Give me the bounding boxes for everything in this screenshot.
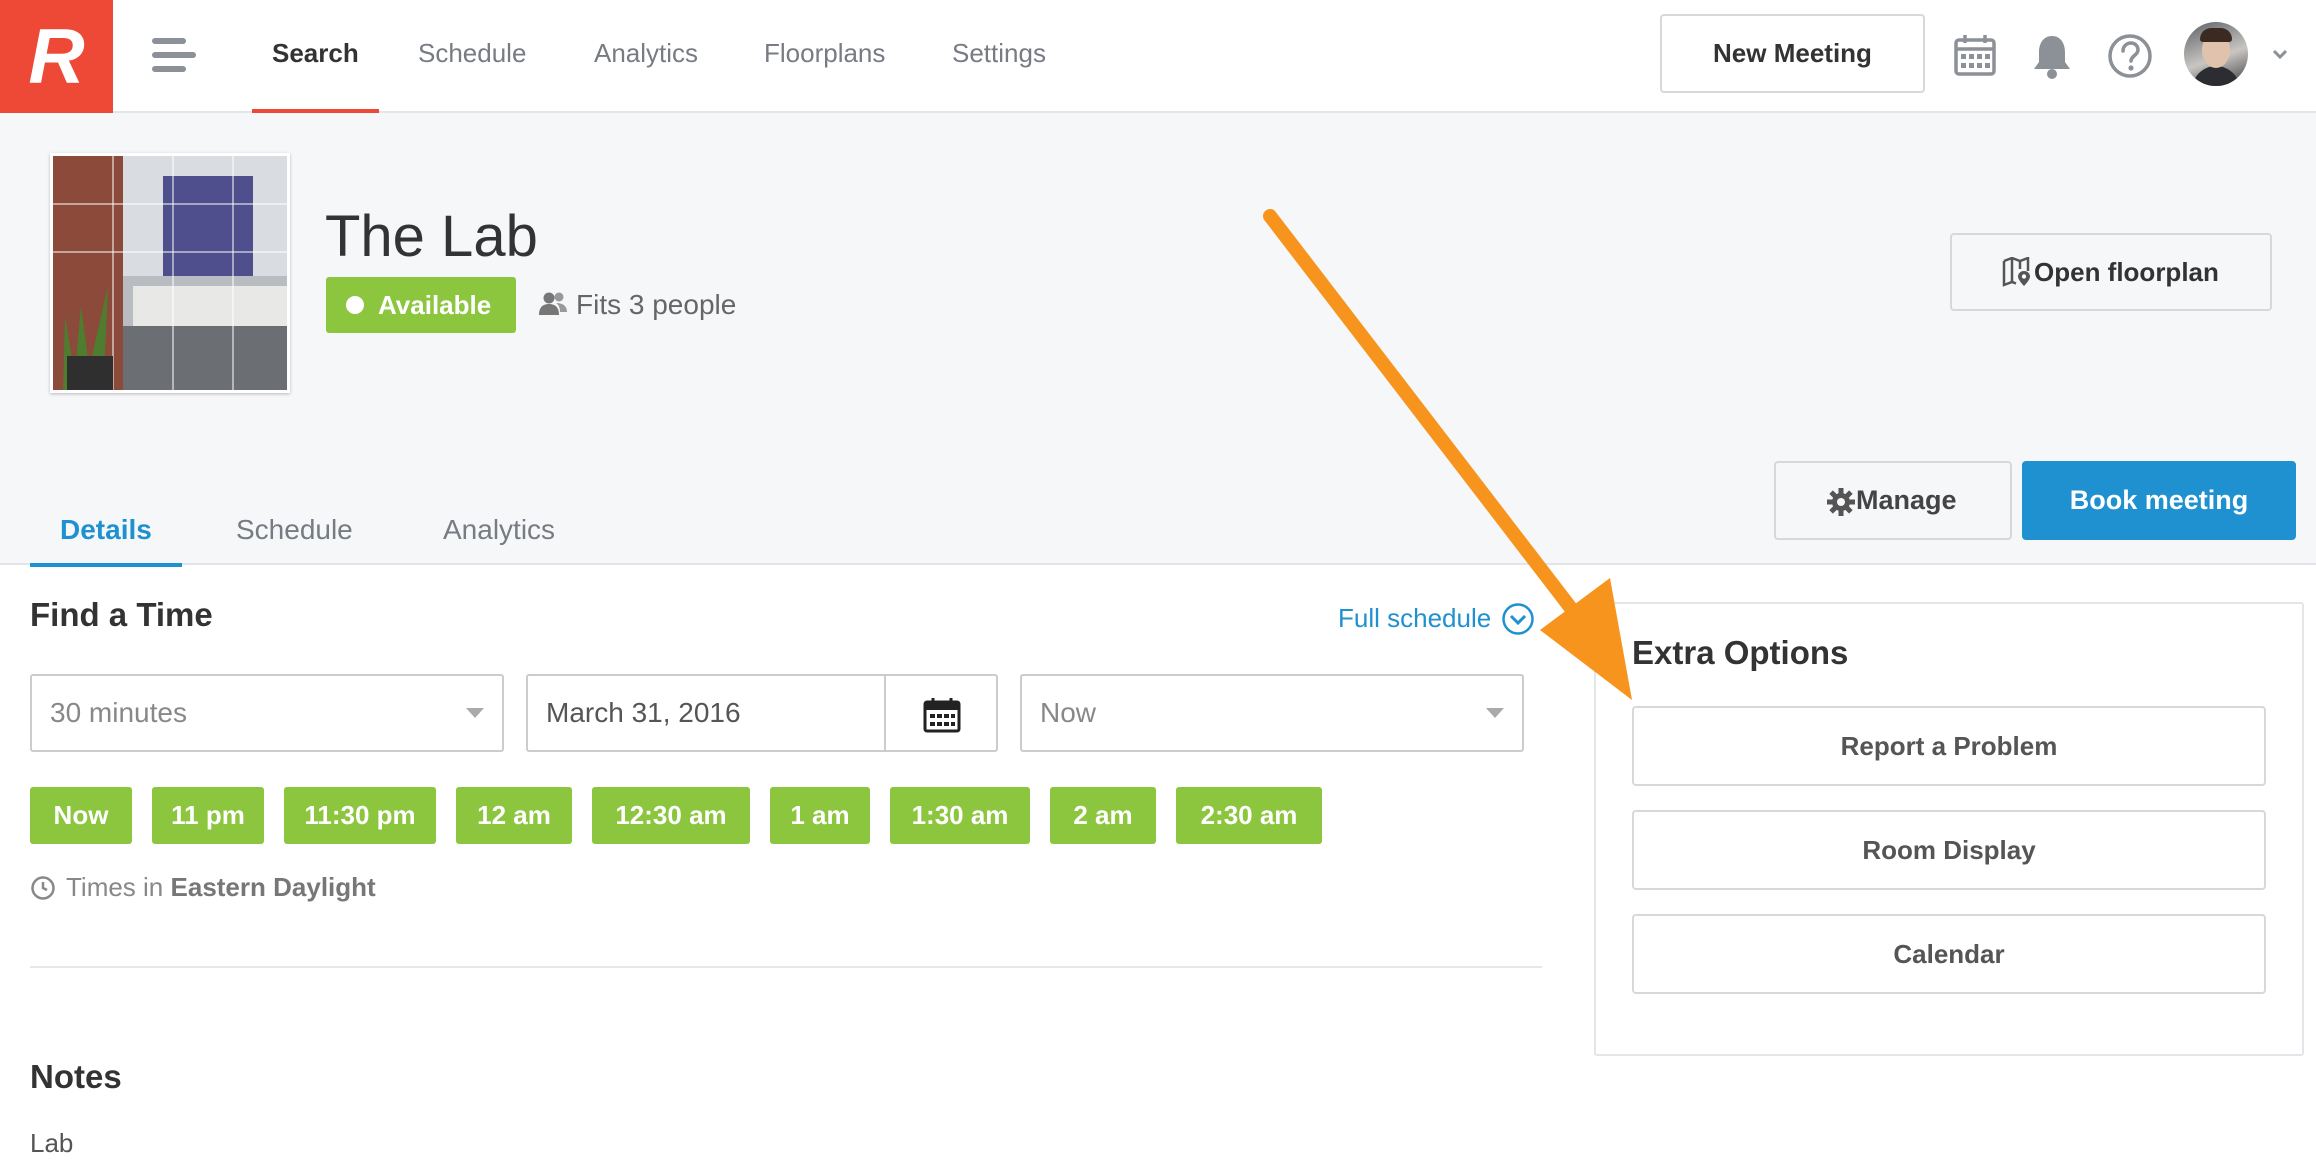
date-field[interactable]: March 31, 2016: [526, 674, 888, 752]
manage-label: Manage: [1856, 485, 1957, 515]
room-photo: [50, 153, 290, 393]
notes-heading: Notes: [30, 1058, 122, 1095]
tab-analytics[interactable]: Analytics: [443, 445, 555, 565]
status-label: Available: [378, 290, 492, 320]
nav-settings[interactable]: Settings: [952, 0, 1046, 113]
nav-floorplans[interactable]: Floorplans: [764, 0, 885, 113]
avatar[interactable]: [2184, 22, 2248, 86]
time-slot-button[interactable]: 11:30 pm: [284, 787, 436, 844]
people-icon: [539, 292, 567, 315]
app-logo[interactable]: R: [0, 0, 113, 113]
date-picker-button[interactable]: [884, 674, 998, 752]
top-navigation: R Search Schedule Analytics Floorplans S…: [0, 0, 2316, 113]
tab-details[interactable]: Details: [30, 445, 182, 567]
nav-search[interactable]: Search: [252, 0, 379, 113]
active-tab-indicator: [30, 563, 182, 567]
time-slot-button[interactable]: 1 am: [770, 787, 870, 844]
bell-icon[interactable]: [2026, 30, 2078, 82]
time-slot-button[interactable]: Now: [30, 787, 132, 844]
start-time-select[interactable]: Now: [1020, 674, 1524, 752]
new-meeting-button[interactable]: New Meeting: [1660, 14, 1925, 93]
room-title: The Lab: [325, 204, 538, 269]
chevron-circle-down-icon: [1502, 603, 1534, 635]
time-slot-button[interactable]: 11 pm: [152, 787, 264, 844]
status-badge: Available: [326, 277, 516, 333]
section-divider: [30, 966, 1542, 968]
open-floorplan-label: Open floorplan: [2034, 256, 2219, 287]
room-display-button[interactable]: Room Display: [1632, 810, 2266, 890]
time-slot-button[interactable]: 12 am: [456, 787, 572, 844]
notes-text: Lab: [30, 1128, 74, 1158]
extra-options-heading: Extra Options: [1632, 634, 1849, 671]
date-value: March 31, 2016: [546, 697, 741, 728]
extra-options-panel: Extra Options Report a Problem Room Disp…: [1594, 602, 2304, 1056]
clock-icon: [31, 876, 55, 900]
capacity-info: Fits 3 people: [538, 277, 736, 333]
floorplan-icon: [2002, 257, 2030, 287]
tab-schedule[interactable]: Schedule: [236, 445, 353, 565]
dropdown-caret-icon: [1486, 708, 1504, 718]
start-time-value: Now: [1040, 697, 1097, 728]
time-slot-button[interactable]: 12:30 am: [592, 787, 750, 844]
duration-value: 30 minutes: [50, 697, 187, 728]
timezone-note: Times in Eastern Daylight: [30, 870, 376, 904]
report-problem-button[interactable]: Report a Problem: [1632, 706, 2266, 786]
nav-analytics[interactable]: Analytics: [594, 0, 698, 113]
nav-schedule[interactable]: Schedule: [418, 0, 526, 113]
manage-button[interactable]: Manage: [1774, 461, 2012, 540]
book-meeting-button[interactable]: Book meeting: [2022, 461, 2296, 540]
full-schedule-link[interactable]: Full schedule: [1338, 600, 1535, 636]
duration-select[interactable]: 30 minutes: [30, 674, 504, 752]
room-header: The Lab Available Fits 3 people Open flo…: [0, 113, 2316, 567]
chevron-down-icon[interactable]: [2270, 44, 2290, 64]
timezone-prefix: Times in: [66, 872, 164, 902]
nav-search-label: Search: [272, 38, 359, 68]
menu-toggle-icon[interactable]: [152, 38, 196, 72]
time-slot-button[interactable]: 2:30 am: [1176, 787, 1322, 844]
calendar-icon: [923, 698, 961, 733]
gear-icon: [1827, 488, 1855, 516]
time-slot-button[interactable]: 2 am: [1050, 787, 1156, 844]
status-dot-icon: [346, 296, 364, 314]
tab-details-label: Details: [60, 514, 152, 545]
dropdown-caret-icon: [466, 708, 484, 718]
open-floorplan-button[interactable]: Open floorplan: [1950, 233, 2272, 311]
calendar-button[interactable]: Calendar: [1632, 914, 2266, 994]
full-schedule-label: Full schedule: [1338, 603, 1492, 633]
timezone-name: Eastern Daylight: [170, 872, 376, 902]
capacity-label: Fits 3 people: [576, 289, 737, 320]
calendar-icon[interactable]: [1949, 30, 2001, 82]
help-icon[interactable]: [2104, 30, 2156, 82]
time-slot-button[interactable]: 1:30 am: [890, 787, 1030, 844]
find-a-time-heading: Find a Time: [30, 596, 213, 633]
